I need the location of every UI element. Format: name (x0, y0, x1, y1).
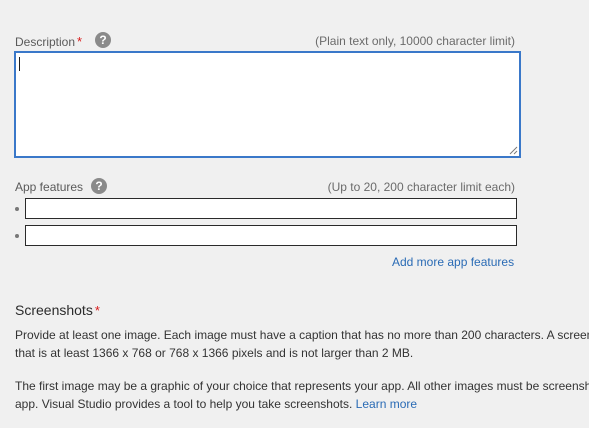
screenshots-paragraph-1: Provide at least one image. Each image m… (15, 326, 589, 362)
para1-line1: Provide at least one image. Each image m… (15, 328, 589, 342)
app-features-label: App features (15, 180, 84, 194)
screenshots-title-text: Screenshots (15, 302, 93, 318)
para2-line2: app. Visual Studio provides a tool to he… (15, 395, 589, 413)
learn-more-link[interactable]: Learn more (356, 397, 417, 411)
para2-line1: The first image may be a graphic of your… (15, 379, 589, 393)
description-label-row: Description * ? (Plain text only, 10000 c… (15, 32, 515, 50)
description-hint: (Plain text only, 10000 character limit) (315, 34, 515, 48)
required-mark: * (94, 303, 100, 318)
screenshots-paragraph-2: The first image may be a graphic of your… (15, 377, 589, 413)
add-more-app-features-link[interactable]: Add more app features (392, 255, 514, 269)
feature-row (15, 225, 518, 247)
bullet-icon (15, 234, 19, 238)
resize-grip-icon[interactable] (509, 146, 518, 155)
para1-line2: that is at least 1366 x 768 or 768 x 136… (15, 346, 414, 360)
text-caret (19, 57, 20, 71)
required-mark: * (77, 34, 83, 49)
feature-row (15, 198, 518, 220)
app-submission-form: Description * ? (Plain text only, 10000 c… (0, 0, 589, 428)
help-icon[interactable]: ? (91, 178, 107, 194)
app-feature-input-2[interactable] (25, 225, 517, 246)
app-feature-input-1[interactable] (25, 198, 517, 219)
app-features-hint: (Up to 20, 200 character limit each) (327, 180, 515, 194)
app-features-label-row: App features ? (Up to 20, 200 character … (15, 178, 515, 196)
bullet-icon (15, 207, 19, 211)
para2-line2-text: app. Visual Studio provides a tool to he… (15, 397, 353, 411)
screenshots-title: Screenshots * (15, 302, 100, 318)
help-icon[interactable]: ? (95, 32, 111, 48)
description-textarea[interactable] (14, 51, 521, 158)
description-label-text: Description (15, 35, 76, 49)
description-label: Description * (15, 34, 82, 49)
